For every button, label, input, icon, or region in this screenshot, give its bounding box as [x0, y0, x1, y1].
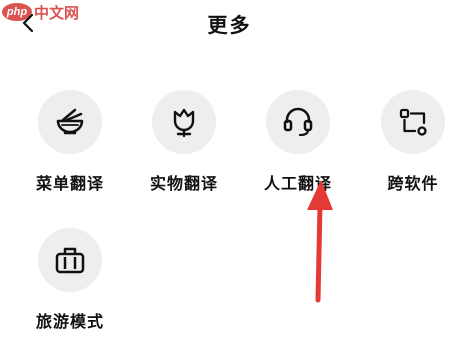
object-translate-item[interactable]: 实物翻译 [134, 90, 234, 194]
cross-app-button[interactable] [381, 90, 445, 154]
travel-mode-button[interactable] [38, 228, 102, 292]
travel-mode-label: 旅游模式 [35, 312, 104, 331]
suitcase-icon [55, 247, 85, 274]
human-translate-item[interactable]: 人工翻译 [248, 90, 348, 194]
headset-icon [283, 107, 313, 137]
page-title: 更多 [207, 13, 252, 37]
object-translate-button[interactable] [152, 90, 216, 154]
menu-translate-button[interactable] [38, 90, 102, 154]
object-translate-label: 实物翻译 [149, 174, 218, 193]
bowl-noodles-icon [56, 108, 84, 135]
cross-app-item[interactable]: 跨软件 [363, 90, 459, 194]
share-nodes-icon [399, 108, 427, 136]
human-translate-label: 人工翻译 [263, 174, 332, 193]
travel-mode-item[interactable]: 旅游模式 [20, 228, 120, 332]
cross-app-label: 跨软件 [387, 174, 439, 193]
menu-translate-item[interactable]: 菜单翻译 [20, 90, 120, 194]
human-translate-button[interactable] [266, 90, 330, 154]
menu-translate-label: 菜单翻译 [35, 174, 104, 193]
tulip-icon [173, 108, 195, 138]
